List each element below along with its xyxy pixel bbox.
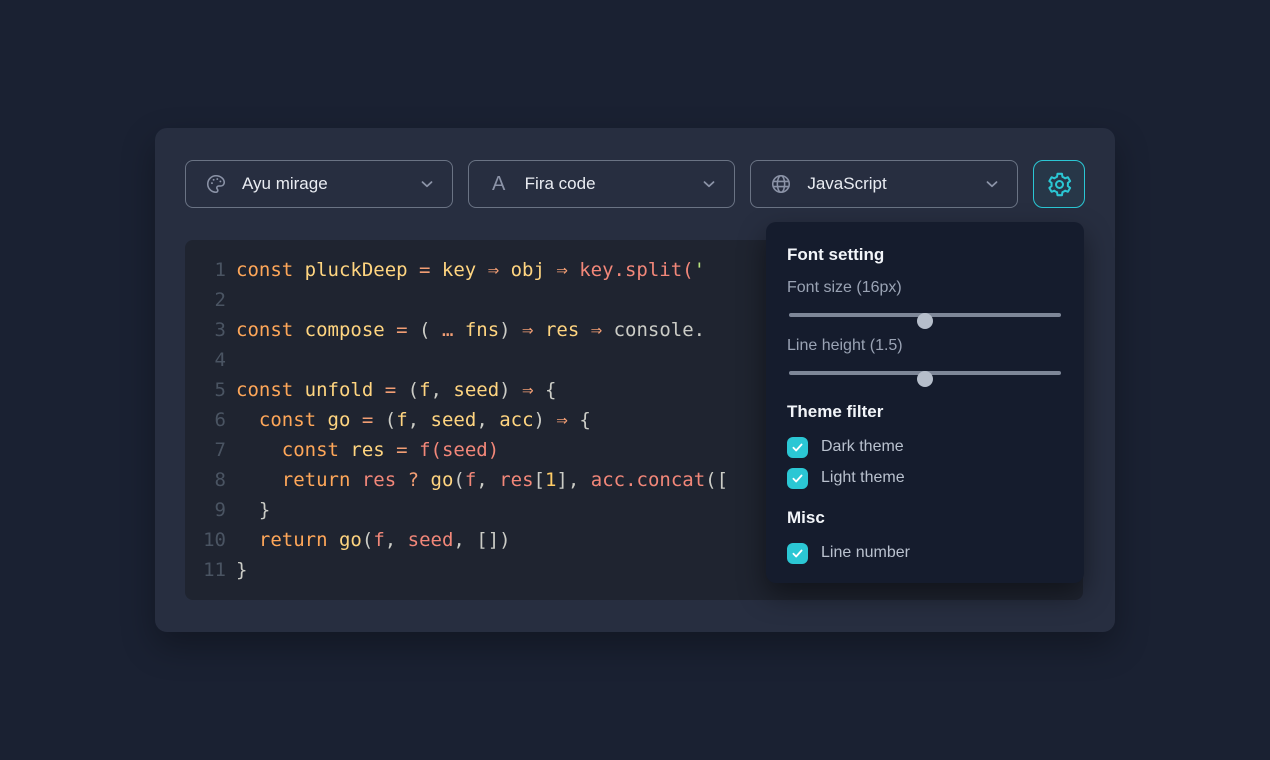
palette-icon [204,172,228,196]
line-number-checkbox[interactable]: Line number [787,542,1063,564]
line-number: 3 [185,315,226,345]
code-text: return res ? go(f, res[1], acc.concat([ [226,465,728,495]
dark-theme-checkbox[interactable]: Dark theme [787,436,1063,458]
dark-theme-checkbox-box[interactable] [787,437,808,458]
page-background: { "toolbar": { "theme_select": { "value"… [0,0,1270,760]
font-size-slider-label: Font size (16px) [787,279,1063,297]
toolbar: Ayu mirage A Fira code JavaScript [185,160,1085,208]
light-theme-checkbox[interactable]: Light theme [787,467,1063,489]
line-number: 7 [185,435,226,465]
theme-select[interactable]: Ayu mirage [185,160,453,208]
line-height-slider-label: Line height (1.5) [787,337,1063,355]
line-number: 11 [185,555,226,585]
code-text: } [226,555,247,585]
line-number: 4 [185,345,226,375]
line-height-slider[interactable] [787,365,1063,381]
line-number: 10 [185,525,226,555]
font-size-slider-thumb[interactable] [917,313,933,329]
line-number: 2 [185,285,226,315]
code-text: return go(f, seed, []) [226,525,511,555]
code-text [226,345,236,375]
code-text [226,285,236,315]
line-number-checkbox-label: Line number [821,544,910,562]
misc-heading: Misc [787,508,1063,528]
settings-button[interactable] [1033,160,1085,208]
line-height-slider-thumb[interactable] [917,371,933,387]
settings-sections: Font setting Font size (16px) Line height … [787,245,1063,564]
code-text: } [226,495,270,525]
chevron-down-icon [983,175,1001,193]
line-number: 9 [185,495,226,525]
font-select-value: Fira code [525,174,596,194]
theme-select-value: Ayu mirage [242,174,328,194]
chevron-down-icon [700,175,718,193]
light-theme-checkbox-label: Light theme [821,469,905,487]
line-number: 5 [185,375,226,405]
code-text: const compose = ( … fns) ⇒ res ⇒ console… [226,315,705,345]
font-size-slider-track[interactable] [789,313,1061,317]
code-text: const go = (f, seed, acc) ⇒ { [226,405,591,435]
settings-panel: Font setting Font size (16px) Line height … [766,222,1084,583]
globe-icon [769,172,793,196]
line-number: 1 [185,255,226,285]
line-number: 8 [185,465,226,495]
font-size-slider[interactable] [787,307,1063,323]
language-select[interactable]: JavaScript [750,160,1018,208]
font-setting-heading: Font setting [787,245,1063,265]
dark-theme-checkbox-label: Dark theme [821,438,904,456]
line-number-checkbox-box[interactable] [787,543,808,564]
language-select-value: JavaScript [807,174,886,194]
code-text: const pluckDeep = key ⇒ obj ⇒ key.split(… [226,255,705,285]
line-number: 6 [185,405,226,435]
font-select[interactable]: A Fira code [468,160,736,208]
theme-filter-heading: Theme filter [787,402,1063,422]
code-text: const res = f(seed) [226,435,499,465]
code-text: const unfold = (f, seed) ⇒ { [226,375,556,405]
letter-a-icon: A [487,172,511,196]
gear-icon [1046,171,1073,198]
chevron-down-icon [418,175,436,193]
light-theme-checkbox-box[interactable] [787,468,808,489]
line-height-slider-track[interactable] [789,371,1061,375]
